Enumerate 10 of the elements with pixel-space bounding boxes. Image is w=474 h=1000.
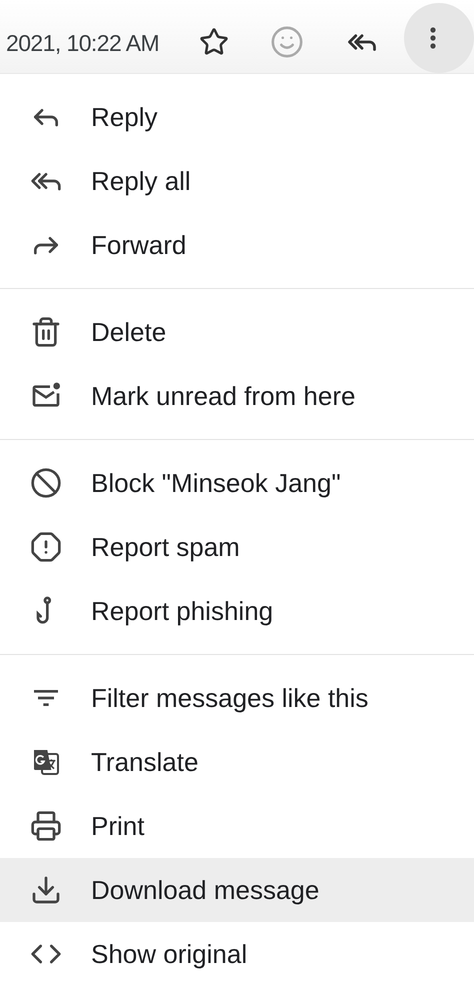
download-icon	[30, 874, 62, 906]
star-icon	[199, 27, 230, 57]
printer-icon	[30, 810, 62, 842]
menu-item[interactable]: Download message	[0, 858, 474, 922]
message-date: 2021, 10:22 AM	[6, 28, 160, 58]
block-icon	[30, 467, 62, 499]
smiley-icon	[270, 25, 304, 59]
spam-icon	[30, 531, 62, 563]
trash-icon	[30, 316, 62, 348]
more-icon	[430, 27, 436, 49]
